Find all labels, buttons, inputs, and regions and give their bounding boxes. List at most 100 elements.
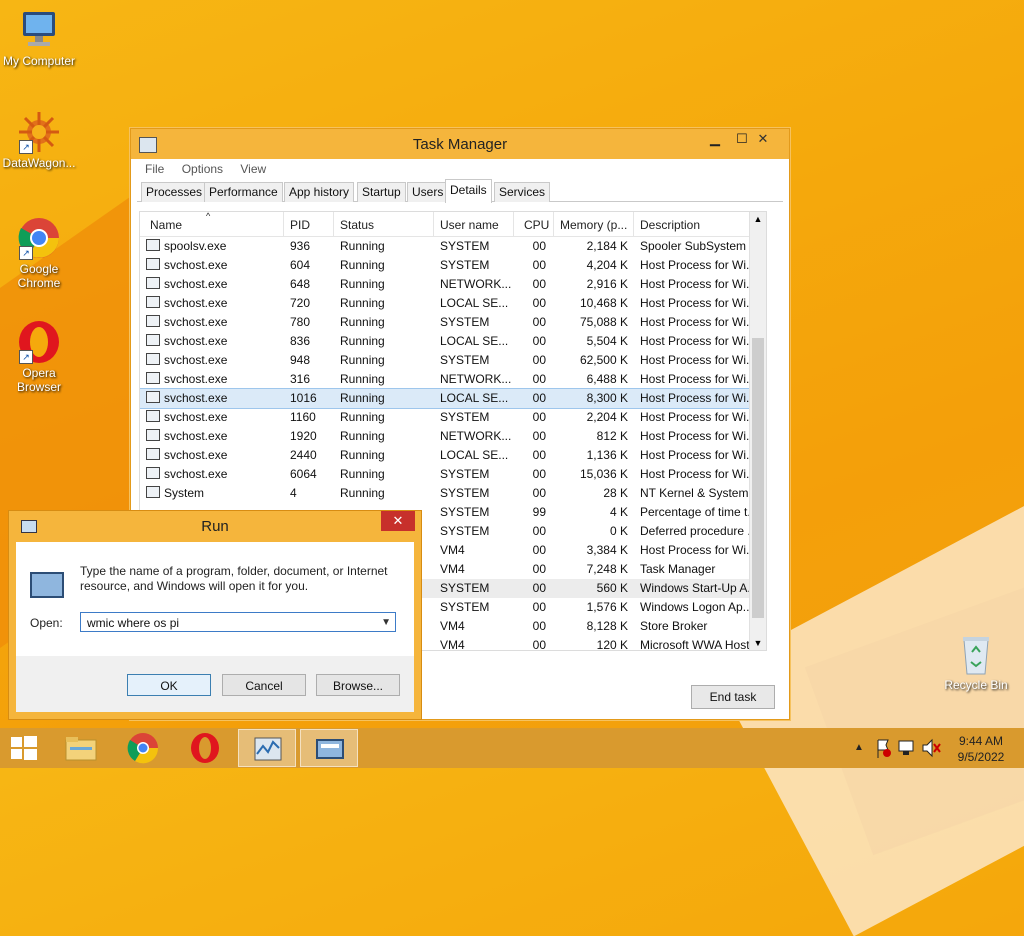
tab-processes[interactable]: Processes bbox=[141, 182, 208, 202]
start-button[interactable] bbox=[0, 729, 58, 767]
tab-performance[interactable]: Performance bbox=[204, 182, 283, 202]
cell-desc: Percentage of time t... bbox=[640, 503, 764, 522]
run-dialog[interactable]: Run ✕ Type the name of a program, folder… bbox=[8, 510, 422, 720]
cell-text: 604 bbox=[290, 258, 311, 272]
column-header-name[interactable]: Name ^ bbox=[140, 212, 284, 236]
table-row[interactable]: svchost.exe 648 Running NETWORK... 00 2,916 K… bbox=[140, 275, 766, 294]
title-bar[interactable]: Task Manager ▁ ☐ ✕ bbox=[131, 129, 789, 159]
menu-bar: File Options View bbox=[137, 159, 783, 179]
cell-text: SYSTEM bbox=[440, 239, 490, 253]
cell-user: VM4 bbox=[440, 541, 514, 560]
cell-text: 720 bbox=[290, 296, 311, 310]
cell-text: 00 bbox=[532, 353, 546, 367]
table-row[interactable]: svchost.exe 6064 Running SYSTEM 00 15,036 K Ho… bbox=[140, 465, 766, 484]
cell-text: 00 bbox=[532, 429, 546, 443]
cell-text: Running bbox=[340, 372, 385, 386]
scroll-down-icon[interactable]: ▼ bbox=[750, 636, 766, 650]
run-close-button[interactable]: ✕ bbox=[381, 511, 415, 531]
column-header-cpu[interactable]: CPU bbox=[514, 212, 554, 236]
cell-text: 2,916 K bbox=[586, 277, 628, 291]
column-header-description[interactable]: Description bbox=[634, 212, 766, 236]
table-row[interactable]: svchost.exe 948 Running SYSTEM 00 62,500 K Hos… bbox=[140, 351, 766, 370]
run-taskbar-button[interactable] bbox=[300, 729, 358, 767]
table-row[interactable]: spoolsv.exe 936 Running SYSTEM 00 2,184 K Spoo… bbox=[140, 237, 766, 256]
ok-button[interactable]: OK bbox=[127, 674, 211, 696]
end-task-button[interactable]: End task bbox=[691, 685, 775, 709]
chevron-down-icon[interactable]: ▼ bbox=[381, 613, 391, 633]
cell-mem: 3,384 K bbox=[554, 541, 628, 560]
tab-details[interactable]: Details bbox=[445, 179, 492, 203]
task-manager-taskbar-button[interactable] bbox=[238, 729, 296, 767]
opera-icon bbox=[191, 733, 219, 763]
column-header-user[interactable]: User name bbox=[434, 212, 514, 236]
cell-user: SYSTEM bbox=[440, 256, 514, 275]
cell-text: 2440 bbox=[290, 448, 317, 462]
cell-cpu: 00 bbox=[514, 427, 546, 446]
cell-cpu: 00 bbox=[514, 351, 546, 370]
cell-text: VM4 bbox=[440, 619, 465, 633]
cell-cpu: 00 bbox=[514, 560, 546, 579]
column-header-pid[interactable]: PID bbox=[284, 212, 334, 236]
desktop-icon-opera[interactable]: ↗ Opera Browser bbox=[1, 320, 77, 394]
cell-user: SYSTEM bbox=[440, 503, 514, 522]
close-button[interactable]: ✕ bbox=[743, 129, 783, 149]
file-explorer-taskbar-button[interactable] bbox=[52, 729, 110, 767]
table-row[interactable]: svchost.exe 604 Running SYSTEM 00 4,204 K Host… bbox=[140, 256, 766, 275]
scrollbar-thumb[interactable] bbox=[752, 338, 764, 618]
cell-user: VM4 bbox=[440, 636, 514, 650]
opera-icon: ↗ bbox=[17, 320, 61, 364]
menu-file[interactable]: File bbox=[145, 162, 164, 176]
desktop-icon-datawagon[interactable]: ↗ DataWagon... bbox=[1, 110, 77, 170]
desktop-icon-my-computer[interactable]: My Computer bbox=[1, 8, 77, 68]
cell-mem: 28 K bbox=[554, 484, 628, 503]
tab-services[interactable]: Services bbox=[494, 182, 551, 202]
cell-text: 4,204 K bbox=[586, 258, 628, 272]
menu-view[interactable]: View bbox=[240, 162, 266, 176]
table-row[interactable]: svchost.exe 316 Running NETWORK... 00 6,488 K… bbox=[140, 370, 766, 389]
vertical-scrollbar[interactable]: ▲ ▼ bbox=[749, 212, 766, 650]
shortcut-arrow-icon: ↗ bbox=[19, 246, 33, 260]
tab-app-history[interactable]: App history bbox=[284, 182, 355, 202]
run-button-bar: OK Cancel Browse... bbox=[16, 656, 414, 712]
cell-text: 8,128 K bbox=[586, 619, 628, 633]
table-row[interactable]: svchost.exe 720 Running LOCAL SE... 00 10,468… bbox=[140, 294, 766, 313]
desktop-icon-recycle-bin[interactable]: Recycle Bin bbox=[938, 632, 1014, 692]
cell-text: 3,384 K bbox=[586, 543, 628, 557]
table-row[interactable]: svchost.exe 2440 Running LOCAL SE... 00 1,136… bbox=[140, 446, 766, 465]
cell-cpu: 99 bbox=[514, 503, 546, 522]
scroll-up-icon[interactable]: ▲ bbox=[750, 212, 766, 226]
volume-muted-icon[interactable] bbox=[920, 728, 942, 768]
table-row[interactable]: svchost.exe 1920 Running NETWORK... 00 812 K H… bbox=[140, 427, 766, 446]
table-row[interactable]: svchost.exe 1160 Running SYSTEM 00 2,204 K Hos… bbox=[140, 408, 766, 427]
column-header-memory[interactable]: Memory (p... bbox=[554, 212, 634, 236]
cell-pid: 316 bbox=[290, 370, 334, 389]
chrome-taskbar-button[interactable] bbox=[114, 729, 172, 767]
tab-users[interactable]: Users bbox=[407, 182, 449, 202]
column-header-status[interactable]: Status bbox=[334, 212, 434, 236]
cancel-button[interactable]: Cancel bbox=[222, 674, 306, 696]
minimize-button[interactable]: ▁ bbox=[701, 129, 729, 149]
show-hidden-icons-chevron-icon[interactable]: ▲ bbox=[852, 728, 866, 768]
tab-startup[interactable]: Startup bbox=[357, 182, 406, 202]
cell-text: NETWORK... bbox=[440, 372, 512, 386]
menu-options[interactable]: Options bbox=[182, 162, 223, 176]
cell-cpu: 00 bbox=[514, 484, 546, 503]
cell-text: SYSTEM bbox=[440, 258, 490, 272]
desktop-icon-chrome[interactable]: ↗ Google Chrome bbox=[1, 216, 77, 290]
cell-text: 15,036 K bbox=[579, 467, 628, 481]
taskbar-clock[interactable]: 9:44 AM 9/5/2022 bbox=[946, 733, 1016, 765]
table-row[interactable]: svchost.exe 1016 Running LOCAL SE... 00 8,300… bbox=[140, 388, 766, 409]
browse-button[interactable]: Browse... bbox=[316, 674, 400, 696]
cell-text: Host Process for Wi... bbox=[640, 410, 757, 424]
cell-text: spoolsv.exe bbox=[164, 239, 227, 253]
run-program-icon bbox=[30, 572, 64, 598]
open-input[interactable]: wmic where os pi ▼ bbox=[80, 612, 396, 632]
action-center-flag-icon[interactable] bbox=[872, 728, 894, 768]
open-input-value: wmic where os pi bbox=[87, 616, 180, 630]
table-row[interactable]: svchost.exe 836 Running LOCAL SE... 00 5,504 … bbox=[140, 332, 766, 351]
opera-taskbar-button[interactable] bbox=[176, 729, 234, 767]
table-row[interactable]: svchost.exe 780 Running SYSTEM 00 75,088 K Hos… bbox=[140, 313, 766, 332]
network-icon[interactable] bbox=[896, 728, 918, 768]
cell-text: 1016 bbox=[290, 391, 317, 405]
table-row[interactable]: System 4 Running SYSTEM 00 28 K NT Kernel & Sy… bbox=[140, 484, 766, 503]
